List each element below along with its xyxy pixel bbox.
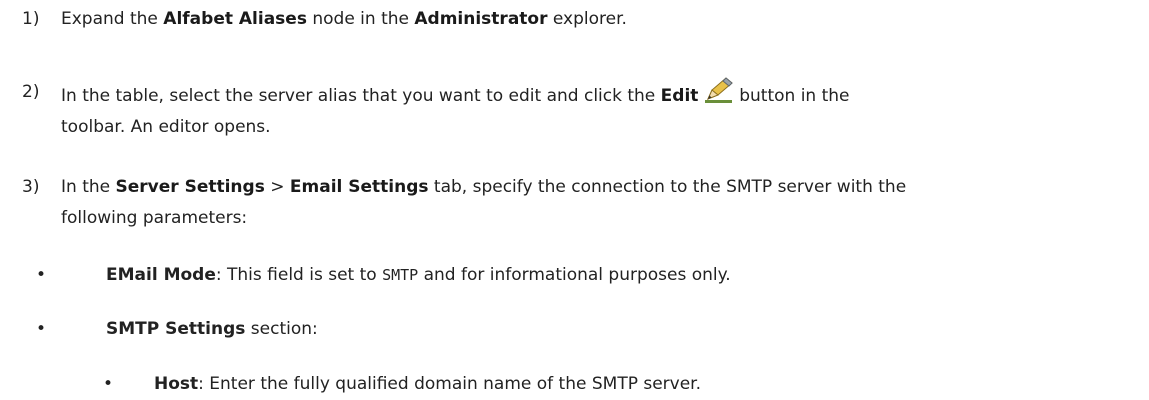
text-segment: section: bbox=[245, 319, 318, 339]
bullet-icon: • bbox=[36, 265, 47, 285]
bullet-icon: • bbox=[36, 319, 47, 339]
bullet-text: EMail Mode: This field is set to SMTP an… bbox=[106, 260, 1100, 291]
section-name: SMTP Settings bbox=[106, 319, 246, 339]
step-2: 2) In the table, select the server alias… bbox=[0, 77, 1140, 143]
sub-bullet-item: • Host: Enter the fully qualified domain… bbox=[0, 369, 1100, 400]
bullet-item: • EMail Mode: This field is set to SMTP … bbox=[0, 260, 1100, 291]
text-segment: : This field is set to bbox=[215, 265, 383, 285]
step-1: 1) Expand the Alfabet Aliases node in th… bbox=[0, 4, 1140, 35]
text-segment: Expand the bbox=[61, 9, 164, 29]
pencil-icon bbox=[704, 77, 734, 105]
tab-name: Email Settings bbox=[289, 177, 429, 197]
field-name: Host bbox=[154, 374, 199, 394]
bullet-item: • SMTP Settings section: bbox=[0, 314, 1100, 345]
step-text: In the Server Settings > Email Settings … bbox=[61, 172, 1140, 234]
tab-name: Server Settings bbox=[115, 177, 265, 197]
explorer-name: Administrator bbox=[414, 9, 548, 29]
field-name: EMail Mode bbox=[106, 265, 216, 285]
bullet-text: Host: Enter the fully qualified domain n… bbox=[154, 369, 1100, 400]
step-number: 2) bbox=[22, 82, 40, 102]
text-segment: and for informational purposes only. bbox=[418, 265, 731, 285]
step-3: 3) In the Server Settings > Email Settin… bbox=[0, 172, 1140, 234]
text-segment: toolbar. An editor opens. bbox=[61, 117, 271, 137]
text-segment: In the bbox=[61, 177, 116, 197]
text-segment: button in the bbox=[733, 86, 850, 106]
step-number: 3) bbox=[22, 177, 40, 197]
button-name: Edit bbox=[660, 86, 699, 106]
text-segment: > bbox=[264, 177, 290, 197]
text-segment: node in the bbox=[306, 9, 415, 29]
text-segment: : Enter the fully qualified domain name … bbox=[198, 374, 702, 394]
node-name: Alfabet Aliases bbox=[163, 9, 307, 29]
text-segment: tab, specify the connection to the SMTP … bbox=[428, 177, 907, 197]
step-number: 1) bbox=[22, 9, 40, 29]
text-segment: following parameters: bbox=[61, 208, 248, 228]
text-segment: explorer. bbox=[547, 9, 627, 29]
step-text: Expand the Alfabet Aliases node in the A… bbox=[61, 4, 1140, 35]
text-segment: In the table, select the server alias th… bbox=[61, 86, 661, 106]
bullet-icon: • bbox=[103, 374, 114, 394]
code-value: SMTP bbox=[382, 266, 419, 284]
bullet-text: SMTP Settings section: bbox=[106, 314, 1100, 345]
step-text: In the table, select the server alias th… bbox=[61, 77, 1140, 143]
